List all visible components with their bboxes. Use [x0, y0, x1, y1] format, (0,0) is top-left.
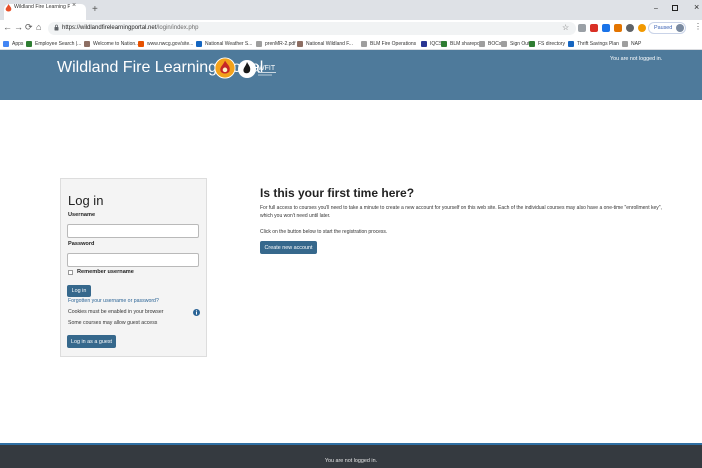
bookmark-label: National Weather S...	[205, 40, 253, 47]
bookmark-icon	[3, 40, 9, 47]
bookmark-label: prenMR-2.pdf	[265, 40, 296, 47]
signup-description: For full access to courses you'll need t…	[260, 205, 662, 219]
bookmark-label: Thrift Savings Plan	[577, 40, 619, 47]
guest-login-button[interactable]: Log in as a guest	[67, 335, 116, 348]
bookmark-label: Welcome to Nation...	[93, 40, 140, 47]
wildland-fire-logo	[214, 57, 236, 79]
extension-icon[interactable]	[590, 24, 598, 32]
wfit-logo: WFIT	[238, 60, 276, 78]
bookmark-item[interactable]: Sign Out	[501, 39, 529, 48]
bookmark-icon	[26, 40, 32, 47]
url-protocol: https://	[62, 25, 81, 31]
extension-icon[interactable]	[638, 24, 646, 32]
bookmark-item[interactable]: National Weather S...	[196, 39, 252, 48]
extension-icon[interactable]	[614, 24, 622, 32]
password-input[interactable]	[67, 253, 199, 267]
info-icon[interactable]	[193, 309, 200, 316]
remember-username-label[interactable]: Remember username	[77, 269, 134, 275]
bookmark-item[interactable]: BLM Fire Operations	[361, 39, 416, 48]
site-footer	[0, 443, 702, 468]
bookmark-item[interactable]: Thrift Savings Plan	[568, 39, 619, 48]
extension-icon[interactable]	[578, 24, 586, 32]
bookmark-item[interactable]: National Wildland F...	[297, 39, 353, 48]
bookmark-label: Apps	[12, 40, 24, 47]
bookmark-icon	[568, 40, 574, 47]
profile-status: Paused	[654, 25, 673, 31]
fire-favicon-icon	[5, 4, 12, 12]
window-close-button[interactable]: ×	[694, 2, 699, 12]
bookmark-icon	[84, 40, 90, 47]
browser-tab-strip	[0, 0, 702, 20]
create-account-button[interactable]: Create new account	[260, 241, 317, 254]
bookmark-item[interactable]: Apps	[3, 39, 23, 48]
back-button[interactable]: ←	[3, 22, 12, 32]
login-button[interactable]: Log in	[67, 285, 91, 297]
cookies-notice: Cookies must be enabled in your browser	[68, 309, 164, 315]
bookmark-label: www.nwcg.gov/site...	[147, 40, 194, 47]
password-label: Password	[68, 241, 95, 247]
url-host: wildlandfirelearningportal.net	[80, 25, 157, 31]
lock-icon	[54, 24, 59, 31]
bookmark-label: BOCs	[488, 40, 502, 47]
bookmark-item[interactable]: Employee Search |...	[26, 39, 81, 48]
bookmark-item[interactable]: FS directory	[529, 39, 565, 48]
bookmark-icon	[361, 40, 367, 47]
bookmark-label: National Wildland F...	[306, 40, 353, 47]
tab-title: Wildland Fire Learning Portal: Lo	[14, 4, 70, 10]
browser-menu-icon[interactable]: ⋮	[694, 22, 702, 31]
username-input[interactable]	[67, 224, 199, 238]
login-status: You are not logged in.	[610, 56, 663, 62]
home-button[interactable]: ⌂	[36, 22, 41, 32]
bookmark-icon	[622, 40, 628, 47]
reload-button[interactable]: ⟳	[25, 22, 33, 32]
wfit-logo-text: WFIT	[258, 65, 276, 72]
signup-title: Is this your first time here?	[260, 186, 415, 200]
window-minimize-button[interactable]: –	[654, 5, 658, 12]
bookmark-label: BLM Fire Operations	[370, 40, 417, 47]
bookmark-item[interactable]: prenMR-2.pdf	[256, 39, 296, 48]
bookmark-label: NAP	[631, 40, 642, 47]
new-tab-button[interactable]: +	[92, 5, 98, 15]
tab-close-icon[interactable]: ×	[72, 2, 76, 9]
bookmark-icon	[196, 40, 202, 47]
avatar	[676, 24, 684, 32]
signup-instruction: Click on the button below to start the r…	[260, 229, 388, 235]
url-path: /login/index.php	[156, 25, 199, 31]
bookmark-label: FS directory	[538, 40, 565, 47]
bookmark-item[interactable]: Welcome to Nation...	[84, 39, 139, 48]
url-text[interactable]: https://wildlandfirelearningportal.net/l…	[62, 25, 198, 31]
remember-username-checkbox[interactable]	[68, 270, 73, 275]
bookmark-item[interactable]: BOCs	[479, 39, 501, 48]
login-title: Log in	[68, 193, 104, 208]
bookmark-icon	[297, 40, 303, 47]
guest-access-notice: Some courses may allow guest access	[68, 320, 158, 326]
bookmark-icon	[441, 40, 447, 47]
window-maximize-button[interactable]	[672, 5, 678, 11]
footer-login-status: You are not logged in.	[324, 458, 378, 464]
bookmark-icon	[138, 40, 144, 47]
bookmark-icon	[529, 40, 535, 47]
bookmark-label: Employee Search |...	[35, 40, 82, 47]
forward-button[interactable]: →	[14, 22, 23, 32]
bookmark-label: Sign Out	[510, 40, 530, 47]
extension-icon[interactable]	[602, 24, 610, 32]
bookmark-icon	[256, 40, 262, 47]
bookmark-icon	[479, 40, 485, 47]
bookmark-item[interactable]: NAP	[622, 39, 641, 48]
bookmark-icon	[501, 40, 507, 47]
extension-icon[interactable]	[626, 24, 634, 32]
bookmark-item[interactable]: IQCS	[421, 39, 442, 48]
bookmark-item[interactable]: www.nwcg.gov/site...	[138, 39, 193, 48]
bookmark-icon	[421, 40, 427, 47]
username-label: Username	[68, 212, 96, 218]
forgot-credentials-link[interactable]: Forgotten your username or password?	[68, 298, 159, 304]
bookmark-star-icon[interactable]: ☆	[562, 23, 569, 32]
